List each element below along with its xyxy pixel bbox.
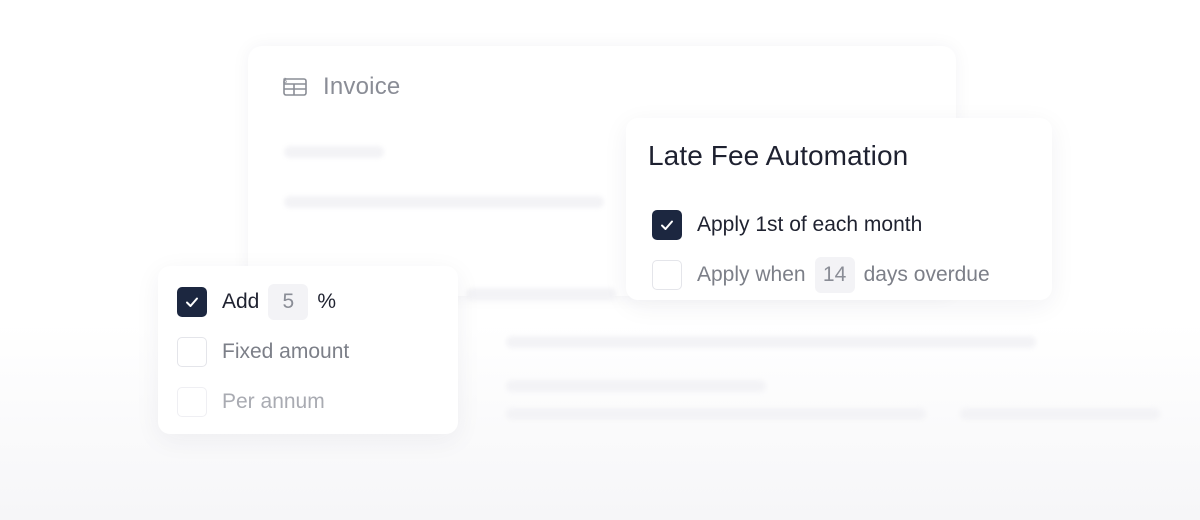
apply-monthly-option[interactable]: Apply 1st of each month (652, 210, 922, 240)
apply-overdue-option[interactable]: Apply when 14 days overdue (652, 257, 990, 293)
placeholder-line (506, 380, 766, 392)
fixed-amount-option[interactable]: Fixed amount (177, 337, 349, 367)
percent-value-input[interactable]: 5 (268, 284, 309, 320)
placeholder-line (284, 196, 604, 208)
apply-monthly-checkbox[interactable] (652, 210, 682, 240)
percent-sign: % (317, 290, 337, 313)
overdue-days-suffix: days overdue (863, 263, 990, 286)
checkmark-icon (661, 220, 673, 230)
overdue-days-input[interactable]: 14 (814, 257, 855, 293)
placeholder-line (466, 288, 616, 300)
invoice-icon: $ (283, 78, 307, 96)
placeholder-line (284, 146, 384, 158)
apply-monthly-label: Apply 1st of each month (697, 213, 923, 236)
late-fee-automation-title: Late Fee Automation (648, 140, 909, 171)
add-percent-checkbox[interactable] (177, 287, 207, 317)
placeholder-line (506, 336, 1036, 348)
apply-overdue-checkbox[interactable] (652, 260, 682, 290)
checkmark-icon (186, 297, 198, 307)
add-label: Add (222, 290, 260, 313)
add-percent-option[interactable]: Add 5 % (177, 284, 336, 320)
per-annum-checkbox[interactable] (177, 387, 207, 417)
invoice-header: $ Invoice (281, 70, 400, 104)
invoice-title: Invoice (323, 73, 401, 100)
fixed-amount-checkbox[interactable] (177, 337, 207, 367)
fixed-amount-label: Fixed amount (222, 340, 350, 363)
placeholder-line (960, 408, 1160, 420)
svg-text:$: $ (283, 78, 287, 85)
apply-overdue-label: Apply when (697, 263, 806, 286)
per-annum-option[interactable]: Per annum (177, 387, 325, 417)
placeholder-line (506, 408, 926, 420)
per-annum-label: Per annum (222, 390, 325, 413)
